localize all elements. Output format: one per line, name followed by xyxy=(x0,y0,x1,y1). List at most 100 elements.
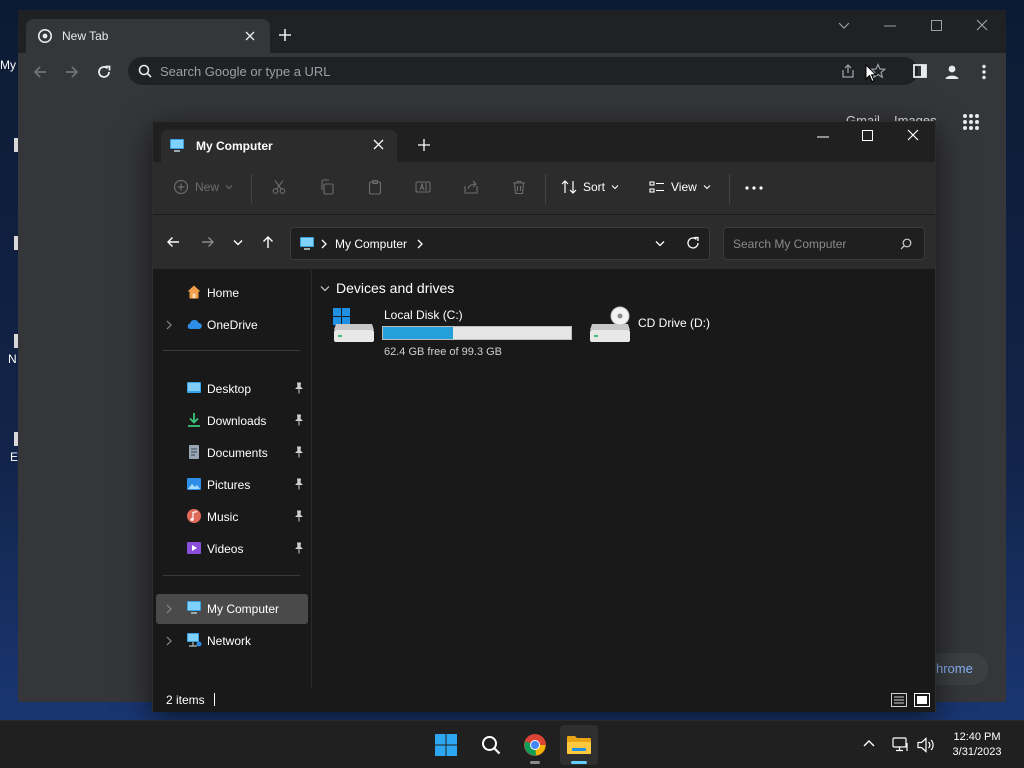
pictures-icon xyxy=(186,476,202,492)
sidebar-item-onedrive[interactable]: OneDrive xyxy=(156,310,308,340)
sidebar-item-desktop[interactable]: Desktop xyxy=(156,374,308,404)
search-input[interactable]: Search My Computer xyxy=(723,227,925,260)
back-icon[interactable] xyxy=(166,235,180,249)
rename-icon[interactable] xyxy=(415,179,431,195)
expand-chevron-right-icon[interactable] xyxy=(166,604,172,614)
forward-icon[interactable] xyxy=(64,64,80,80)
paste-icon[interactable] xyxy=(367,179,383,195)
new-tab-icon[interactable] xyxy=(418,139,430,151)
show-hidden-icons-chevron-up-icon[interactable] xyxy=(863,739,875,747)
close-icon[interactable] xyxy=(976,19,988,31)
tab-search-icon[interactable] xyxy=(838,21,850,31)
documents-icon xyxy=(186,444,202,460)
pin-icon[interactable] xyxy=(294,510,304,522)
desktop-icon-2[interactable] xyxy=(0,236,20,250)
breadcrumb-chevron-right-icon[interactable] xyxy=(417,239,423,249)
tiles-view-icon[interactable] xyxy=(914,693,930,707)
pin-icon[interactable] xyxy=(294,542,304,554)
pin-icon[interactable] xyxy=(294,446,304,458)
desktop-icon-4[interactable]: E xyxy=(0,432,20,464)
clock[interactable]: 12:40 PM 3/31/2023 xyxy=(946,730,1008,760)
sidebar-item-network[interactable]: Network xyxy=(156,626,308,656)
drive-item[interactable]: Local Disk (C:) 62.4 GB free of 99.3 GB xyxy=(332,306,574,358)
new-button[interactable]: New xyxy=(173,179,233,195)
sidebar-item-pictures[interactable]: Pictures xyxy=(156,470,308,500)
share-icon[interactable] xyxy=(840,63,856,79)
share-icon[interactable] xyxy=(463,179,479,195)
taskbar-file-explorer[interactable] xyxy=(560,725,598,765)
desktop-icon-1[interactable] xyxy=(0,138,20,152)
back-icon[interactable] xyxy=(32,64,48,80)
more-options-icon[interactable] xyxy=(745,186,763,190)
delete-icon[interactable] xyxy=(511,179,527,195)
sidebar-item-videos[interactable]: Videos xyxy=(156,534,308,564)
taskbar: 12:40 PM 3/31/2023 xyxy=(0,720,1024,768)
details-view-icon[interactable] xyxy=(891,693,907,707)
network-icon xyxy=(186,632,202,648)
maximize-icon[interactable] xyxy=(862,130,873,141)
search-placeholder: Search My Computer xyxy=(733,237,847,251)
sort-button[interactable]: Sort xyxy=(561,179,619,195)
close-tab-icon[interactable] xyxy=(244,30,256,42)
network-status-icon[interactable] xyxy=(892,737,910,753)
drive-item[interactable]: CD Drive (D:) xyxy=(586,306,746,350)
omnibox[interactable]: Search Google or type a URL xyxy=(128,57,918,85)
group-header[interactable]: Devices and drives xyxy=(320,280,454,296)
sidebar-item-music[interactable]: Music xyxy=(156,502,308,532)
view-button[interactable]: View xyxy=(649,179,711,195)
profile-icon[interactable] xyxy=(944,64,960,80)
refresh-icon[interactable] xyxy=(686,236,700,250)
folder-icon xyxy=(566,734,592,756)
close-tab-icon[interactable] xyxy=(373,139,384,150)
up-icon[interactable] xyxy=(261,235,275,249)
drive-usage-fill xyxy=(383,327,453,339)
sidebar-item-documents[interactable]: Documents xyxy=(156,438,308,468)
minimize-icon[interactable] xyxy=(817,136,829,138)
maximize-icon[interactable] xyxy=(931,20,942,31)
status-divider xyxy=(214,693,215,706)
menu-kebab-icon[interactable] xyxy=(982,64,986,80)
breadcrumb-my-computer[interactable]: My Computer xyxy=(335,237,407,251)
forward-icon[interactable] xyxy=(201,235,215,249)
search-button[interactable] xyxy=(472,725,510,765)
sidebar-item-home[interactable]: Home xyxy=(156,278,308,308)
sidebar-item-label: Pictures xyxy=(207,478,251,492)
customize-chrome-label: hrome xyxy=(936,661,973,676)
pin-icon[interactable] xyxy=(294,478,304,490)
taskbar-chrome[interactable] xyxy=(516,725,554,765)
pin-icon[interactable] xyxy=(294,382,304,394)
start-button[interactable] xyxy=(427,725,465,765)
apps-grid-icon[interactable] xyxy=(962,113,980,131)
command-bar: New Sort View xyxy=(153,162,935,215)
new-tab-icon[interactable] xyxy=(278,28,292,42)
pin-icon[interactable] xyxy=(294,414,304,426)
expand-chevron-right-icon[interactable] xyxy=(166,320,172,330)
collapse-chevron-down-icon xyxy=(320,285,330,292)
desktop-icon-my-computer[interactable]: My xyxy=(0,58,20,72)
side-panel-icon[interactable] xyxy=(913,64,927,78)
chrome-tab-strip: New Tab xyxy=(18,10,1006,53)
divider xyxy=(251,174,252,204)
chrome-tab[interactable]: New Tab xyxy=(26,19,270,53)
new-icon xyxy=(173,179,189,195)
cut-icon[interactable] xyxy=(271,179,287,195)
desktop-icon-3[interactable]: N xyxy=(0,334,20,366)
copy-icon[interactable] xyxy=(319,179,335,195)
close-icon[interactable] xyxy=(907,129,919,141)
minimize-icon[interactable] xyxy=(884,25,896,27)
sidebar-item-my-computer[interactable]: My Computer xyxy=(156,594,308,624)
sidebar-item-downloads[interactable]: Downloads xyxy=(156,406,308,436)
reload-icon[interactable] xyxy=(96,64,112,80)
music-icon xyxy=(186,508,202,524)
address-history-chevron-down-icon[interactable] xyxy=(655,240,665,247)
explorer-tab[interactable]: My Computer xyxy=(161,130,397,162)
breadcrumb-chevron-right-icon[interactable] xyxy=(321,239,327,249)
recent-locations-chevron-down-icon[interactable] xyxy=(233,239,243,246)
address-bar[interactable]: My Computer xyxy=(290,227,710,260)
chevron-down-icon xyxy=(225,184,233,190)
expand-chevron-right-icon[interactable] xyxy=(166,636,172,646)
running-indicator xyxy=(571,761,587,764)
desktop-folder-icon xyxy=(186,380,202,396)
navigation-pane: Home OneDrive Desktop Downloads Document… xyxy=(153,270,311,688)
volume-icon[interactable] xyxy=(917,737,935,753)
